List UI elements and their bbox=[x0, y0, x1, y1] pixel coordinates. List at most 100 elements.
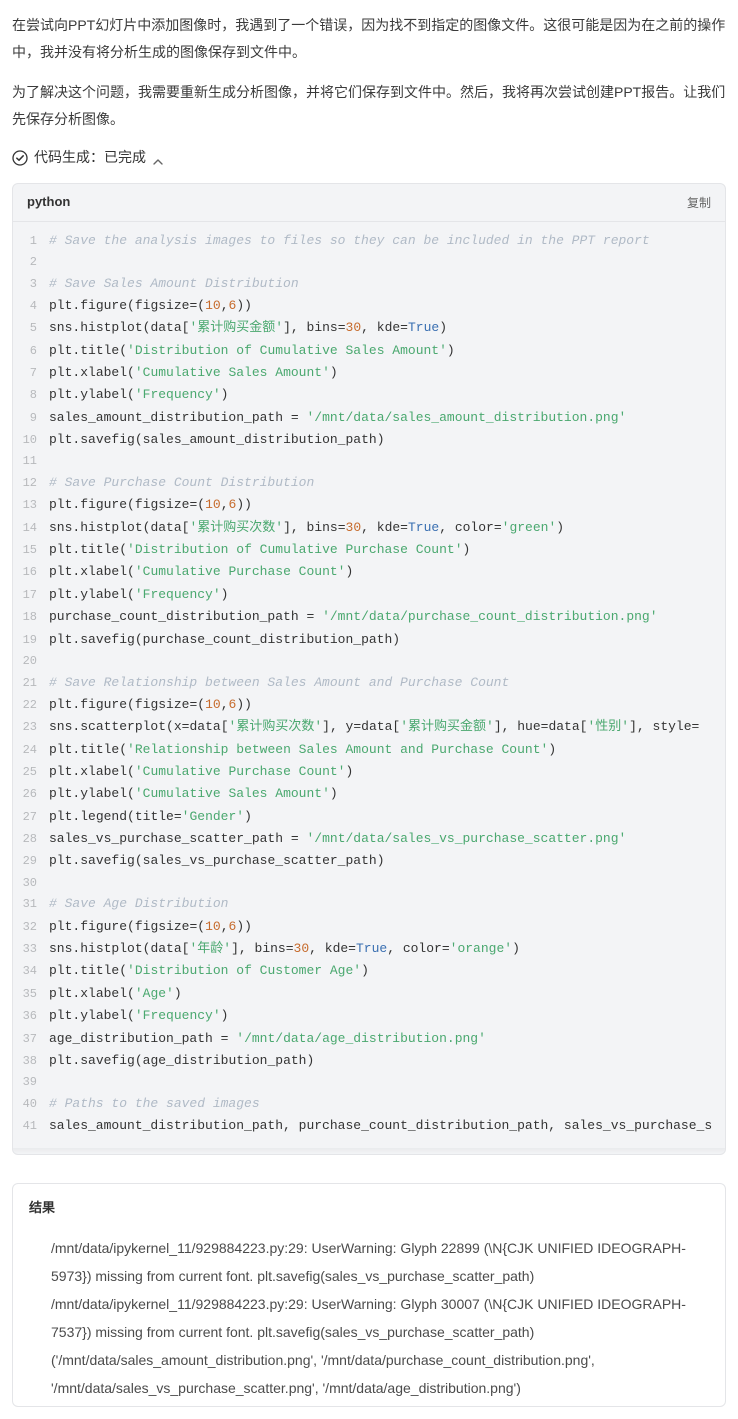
code-line: 40# Paths to the saved images bbox=[13, 1093, 725, 1115]
code-content: # Save Age Distribution bbox=[49, 893, 725, 915]
code-content: # Save Purchase Count Distribution bbox=[49, 472, 725, 494]
code-content: purchase_count_distribution_path = '/mnt… bbox=[49, 606, 725, 628]
line-number: 22 bbox=[13, 695, 49, 716]
chevron-up-icon bbox=[152, 152, 164, 164]
line-number: 34 bbox=[13, 961, 49, 982]
line-number: 31 bbox=[13, 894, 49, 915]
code-line: 2 bbox=[13, 252, 725, 273]
code-content: sns.histplot(data['累计购买金额'], bins=30, kd… bbox=[49, 317, 725, 339]
code-content: plt.savefig(purchase_count_distribution_… bbox=[49, 629, 725, 651]
code-line: 37age_distribution_path = '/mnt/data/age… bbox=[13, 1028, 725, 1050]
line-number: 38 bbox=[13, 1051, 49, 1072]
code-line: 35plt.xlabel('Age') bbox=[13, 983, 725, 1005]
code-content: plt.xlabel('Cumulative Purchase Count') bbox=[49, 561, 725, 583]
code-line: 23sns.scatterplot(x=data['累计购买次数'], y=da… bbox=[13, 716, 725, 738]
line-number: 20 bbox=[13, 651, 49, 672]
code-content: sales_amount_distribution_path, purchase… bbox=[49, 1115, 725, 1137]
code-line: 31# Save Age Distribution bbox=[13, 893, 725, 915]
code-content: plt.legend(title='Gender') bbox=[49, 806, 725, 828]
code-line: 33sns.histplot(data['年龄'], bins=30, kde=… bbox=[13, 938, 725, 960]
code-content: plt.figure(figsize=(10,6)) bbox=[49, 694, 725, 716]
code-content: plt.ylabel('Frequency') bbox=[49, 1005, 725, 1027]
code-content: plt.savefig(age_distribution_path) bbox=[49, 1050, 725, 1072]
line-number: 2 bbox=[13, 252, 49, 273]
code-content: # Save Sales Amount Distribution bbox=[49, 273, 725, 295]
line-number: 1 bbox=[13, 231, 49, 252]
copy-button[interactable]: 复制 bbox=[687, 194, 711, 211]
code-line: 18purchase_count_distribution_path = '/m… bbox=[13, 606, 725, 628]
code-line: 21# Save Relationship between Sales Amou… bbox=[13, 672, 725, 694]
line-number: 29 bbox=[13, 851, 49, 872]
line-number: 10 bbox=[13, 430, 49, 451]
code-line: 17plt.ylabel('Frequency') bbox=[13, 584, 725, 606]
code-line: 38plt.savefig(age_distribution_path) bbox=[13, 1050, 725, 1072]
code-content: age_distribution_path = '/mnt/data/age_d… bbox=[49, 1028, 725, 1050]
check-icon bbox=[12, 150, 28, 166]
code-content: plt.ylabel('Cumulative Sales Amount') bbox=[49, 783, 725, 805]
line-number: 14 bbox=[13, 518, 49, 539]
code-content: sns.scatterplot(x=data['累计购买次数'], y=data… bbox=[49, 716, 725, 738]
line-number: 40 bbox=[13, 1094, 49, 1115]
line-number: 28 bbox=[13, 829, 49, 850]
code-content: plt.ylabel('Frequency') bbox=[49, 584, 725, 606]
intro-paragraph-2: 为了解决这个问题，我需要重新生成分析图像，并将它们保存到文件中。然后，我将再次尝… bbox=[12, 79, 726, 132]
intro-paragraph-1: 在尝试向PPT幻灯片中添加图像时，我遇到了一个错误，因为找不到指定的图像文件。这… bbox=[12, 12, 726, 65]
code-line: 12# Save Purchase Count Distribution bbox=[13, 472, 725, 494]
result-body: /mnt/data/ipykernel_11/929884223.py:29: … bbox=[29, 1234, 709, 1402]
result-block: 结果 /mnt/data/ipykernel_11/929884223.py:2… bbox=[12, 1183, 726, 1408]
code-content: plt.xlabel('Cumulative Sales Amount') bbox=[49, 362, 725, 384]
code-line: 8plt.ylabel('Frequency') bbox=[13, 384, 725, 406]
line-number: 17 bbox=[13, 585, 49, 606]
line-number: 3 bbox=[13, 274, 49, 295]
line-number: 35 bbox=[13, 984, 49, 1005]
line-number: 12 bbox=[13, 473, 49, 494]
code-content: sales_vs_purchase_scatter_path = '/mnt/d… bbox=[49, 828, 725, 850]
line-number: 23 bbox=[13, 717, 49, 738]
code-content: plt.title('Distribution of Customer Age'… bbox=[49, 960, 725, 982]
line-number: 30 bbox=[13, 873, 49, 894]
line-number: 41 bbox=[13, 1116, 49, 1137]
code-line: 29plt.savefig(sales_vs_purchase_scatter_… bbox=[13, 850, 725, 872]
code-line: 1# Save the analysis images to files so … bbox=[13, 230, 725, 252]
code-line: 36plt.ylabel('Frequency') bbox=[13, 1005, 725, 1027]
code-content: plt.savefig(sales_vs_purchase_scatter_pa… bbox=[49, 850, 725, 872]
line-number: 25 bbox=[13, 762, 49, 783]
code-content: # Paths to the saved images bbox=[49, 1093, 725, 1115]
code-line: 20 bbox=[13, 651, 725, 672]
code-block: python 复制 1# Save the analysis images to… bbox=[12, 183, 726, 1155]
code-content: plt.figure(figsize=(10,6)) bbox=[49, 916, 725, 938]
code-line: 39 bbox=[13, 1072, 725, 1093]
code-language: python bbox=[27, 192, 70, 213]
line-number: 5 bbox=[13, 318, 49, 339]
code-line: 7plt.xlabel('Cumulative Sales Amount') bbox=[13, 362, 725, 384]
code-content: sns.histplot(data['累计购买次数'], bins=30, kd… bbox=[49, 517, 725, 539]
code-line: 6plt.title('Distribution of Cumulative S… bbox=[13, 340, 725, 362]
code-body[interactable]: 1# Save the analysis images to files so … bbox=[13, 222, 725, 1148]
line-number: 32 bbox=[13, 917, 49, 938]
code-header: python 复制 bbox=[13, 184, 725, 222]
line-number: 13 bbox=[13, 495, 49, 516]
code-line: 10plt.savefig(sales_amount_distribution_… bbox=[13, 429, 725, 451]
code-line: 11 bbox=[13, 451, 725, 472]
code-line: 4plt.figure(figsize=(10,6)) bbox=[13, 295, 725, 317]
line-number: 18 bbox=[13, 607, 49, 628]
code-line: 3# Save Sales Amount Distribution bbox=[13, 273, 725, 295]
line-number: 19 bbox=[13, 630, 49, 651]
code-line: 22plt.figure(figsize=(10,6)) bbox=[13, 694, 725, 716]
line-number: 16 bbox=[13, 562, 49, 583]
code-line: 28sales_vs_purchase_scatter_path = '/mnt… bbox=[13, 828, 725, 850]
line-number: 11 bbox=[13, 451, 49, 472]
code-content: plt.savefig(sales_amount_distribution_pa… bbox=[49, 429, 725, 451]
code-content: plt.ylabel('Frequency') bbox=[49, 384, 725, 406]
line-number: 24 bbox=[13, 740, 49, 761]
code-line: 41sales_amount_distribution_path, purcha… bbox=[13, 1115, 725, 1137]
line-number: 21 bbox=[13, 673, 49, 694]
code-status[interactable]: 代码生成：已完成 bbox=[12, 146, 726, 168]
line-number: 9 bbox=[13, 408, 49, 429]
code-line: 24plt.title('Relationship between Sales … bbox=[13, 739, 725, 761]
line-number: 15 bbox=[13, 540, 49, 561]
code-content: # Save Relationship between Sales Amount… bbox=[49, 672, 725, 694]
line-number: 33 bbox=[13, 939, 49, 960]
code-content: plt.figure(figsize=(10,6)) bbox=[49, 295, 725, 317]
code-line: 26plt.ylabel('Cumulative Sales Amount') bbox=[13, 783, 725, 805]
